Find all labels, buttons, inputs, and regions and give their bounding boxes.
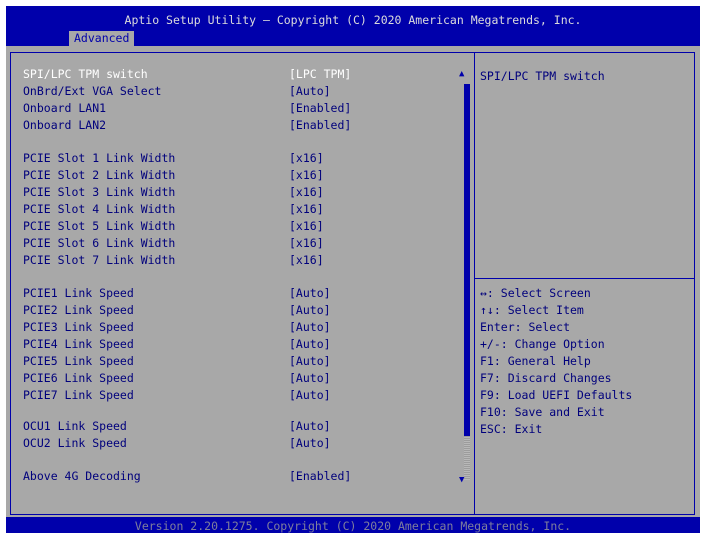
- app-title: Aptio Setup Utility – Copyright (C) 2020…: [124, 13, 582, 27]
- setting-value[interactable]: [Enabled]: [289, 100, 351, 117]
- setting-row-pcie-slot-1-link-width[interactable]: PCIE Slot 1 Link Width [x16]: [23, 150, 463, 167]
- setting-value[interactable]: [x16]: [289, 218, 324, 235]
- scroll-down-arrow-icon[interactable]: ▼: [459, 474, 464, 486]
- key-hint-change-option: +/-: Change Option: [480, 337, 605, 351]
- setting-row-pcie1-link-speed[interactable]: PCIE1 Link Speed [Auto]: [23, 285, 463, 302]
- setting-value[interactable]: [Auto]: [289, 302, 331, 319]
- setting-row-pcie3-link-speed[interactable]: PCIE3 Link Speed [Auto]: [23, 319, 463, 336]
- setting-row-pcie2-link-speed[interactable]: PCIE2 Link Speed [Auto]: [23, 302, 463, 319]
- setting-row-pcie-slot-6-link-width[interactable]: PCIE Slot 6 Link Width [x16]: [23, 235, 463, 252]
- setting-label: PCIE Slot 2 Link Width: [23, 168, 176, 182]
- setting-value[interactable]: [Enabled]: [289, 117, 351, 134]
- panel-divider: [474, 52, 475, 515]
- setting-value[interactable]: [Auto]: [289, 435, 331, 452]
- setting-label: PCIE7 Link Speed: [23, 388, 134, 402]
- key-hint-select-item: ↑↓: Select Item: [480, 303, 584, 317]
- setting-label: PCIE Slot 7 Link Width: [23, 253, 176, 267]
- scrollbar-track[interactable]: [464, 436, 470, 480]
- setting-value[interactable]: [x16]: [289, 184, 324, 201]
- setting-row-pcie-slot-7-link-width[interactable]: PCIE Slot 7 Link Width [x16]: [23, 252, 463, 269]
- help-separator: [475, 278, 695, 279]
- setting-value[interactable]: [Enabled]: [289, 468, 351, 485]
- setting-row-pcie-slot-4-link-width[interactable]: PCIE Slot 4 Link Width [x16]: [23, 201, 463, 218]
- scroll-up-arrow-icon[interactable]: ▲: [459, 68, 464, 80]
- setting-value[interactable]: [x16]: [289, 235, 324, 252]
- setting-label: PCIE Slot 4 Link Width: [23, 202, 176, 216]
- setting-value[interactable]: [x16]: [289, 150, 324, 167]
- setting-value[interactable]: [x16]: [289, 252, 324, 269]
- setting-row-pcie7-link-speed[interactable]: PCIE7 Link Speed [Auto]: [23, 387, 463, 404]
- setting-label: PCIE5 Link Speed: [23, 354, 134, 368]
- scrollbar-thumb[interactable]: [464, 84, 470, 479]
- key-hint-general-help: F1: General Help: [480, 354, 591, 368]
- key-hint-exit: ESC: Exit: [480, 422, 543, 436]
- setting-value[interactable]: [Auto]: [289, 336, 331, 353]
- key-hint-enter-select: Enter: Select: [480, 320, 571, 334]
- key-hint-load-defaults: F9: Load UEFI Defaults: [480, 388, 633, 402]
- setting-label: OCU1 Link Speed: [23, 419, 127, 433]
- setting-value[interactable]: [Auto]: [289, 285, 331, 302]
- setting-value[interactable]: [Auto]: [289, 353, 331, 370]
- setting-row-pcie4-link-speed[interactable]: PCIE4 Link Speed [Auto]: [23, 336, 463, 353]
- setting-row-ocu1-link-speed[interactable]: OCU1 Link Speed [Auto]: [23, 418, 463, 435]
- setting-row-pcie6-link-speed[interactable]: PCIE6 Link Speed [Auto]: [23, 370, 463, 387]
- setting-label: Onboard LAN1: [23, 101, 107, 115]
- header-bar: Aptio Setup Utility – Copyright (C) 2020…: [6, 6, 700, 46]
- setting-label: OnBrd/Ext VGA Select: [23, 84, 162, 98]
- setting-row-spi-lpc-tpm-switch[interactable]: SPI/LPC TPM switch [LPC TPM]: [23, 66, 463, 83]
- setting-value[interactable]: [Auto]: [289, 83, 331, 100]
- setting-row-pcie-slot-5-link-width[interactable]: PCIE Slot 5 Link Width [x16]: [23, 218, 463, 235]
- footer-bar: Version 2.20.1275. Copyright (C) 2020 Am…: [6, 517, 700, 533]
- setting-label: PCIE2 Link Speed: [23, 303, 134, 317]
- setting-value[interactable]: [Auto]: [289, 319, 331, 336]
- setting-label: PCIE Slot 1 Link Width: [23, 151, 176, 165]
- setting-value[interactable]: [LPC TPM]: [289, 66, 351, 83]
- bios-screen: Aptio Setup Utility – Copyright (C) 2020…: [6, 6, 700, 533]
- setting-label: PCIE3 Link Speed: [23, 320, 134, 334]
- setting-row-pcie-slot-3-link-width[interactable]: PCIE Slot 3 Link Width [x16]: [23, 184, 463, 201]
- setting-value[interactable]: [Auto]: [289, 370, 331, 387]
- help-description: SPI/LPC TPM switch: [480, 69, 605, 83]
- setting-label: PCIE1 Link Speed: [23, 286, 134, 300]
- setting-row-pcie5-link-speed[interactable]: PCIE5 Link Speed [Auto]: [23, 353, 463, 370]
- setting-label: PCIE4 Link Speed: [23, 337, 134, 351]
- setting-label: OCU2 Link Speed: [23, 436, 127, 450]
- setting-row-onboard-lan1[interactable]: Onboard LAN1 [Enabled]: [23, 100, 463, 117]
- footer-version-text: Version 2.20.1275. Copyright (C) 2020 Am…: [134, 519, 572, 533]
- setting-label: Above 4G Decoding: [23, 469, 141, 483]
- setting-value[interactable]: [Auto]: [289, 387, 331, 404]
- setting-row-pcie-slot-2-link-width[interactable]: PCIE Slot 2 Link Width [x16]: [23, 167, 463, 184]
- key-hint-select-screen: ↔: Select Screen: [480, 286, 591, 300]
- setting-value[interactable]: [x16]: [289, 167, 324, 184]
- setting-row-onbrd-ext-vga-select[interactable]: OnBrd/Ext VGA Select [Auto]: [23, 83, 463, 100]
- setting-row-above-4g-decoding[interactable]: Above 4G Decoding [Enabled]: [23, 468, 463, 485]
- key-hint-save-exit: F10: Save and Exit: [480, 405, 605, 419]
- setting-label: PCIE Slot 3 Link Width: [23, 185, 176, 199]
- setting-label: Onboard LAN2: [23, 118, 107, 132]
- key-hint-discard-changes: F7: Discard Changes: [480, 371, 612, 385]
- setting-label: PCIE6 Link Speed: [23, 371, 134, 385]
- setting-label: SPI/LPC TPM switch: [23, 67, 148, 81]
- setting-row-ocu2-link-speed[interactable]: OCU2 Link Speed [Auto]: [23, 435, 463, 452]
- tab-advanced[interactable]: Advanced: [69, 31, 135, 46]
- setting-label: PCIE Slot 6 Link Width: [23, 236, 176, 250]
- setting-value[interactable]: [Auto]: [289, 418, 331, 435]
- setting-row-onboard-lan2[interactable]: Onboard LAN2 [Enabled]: [23, 117, 463, 134]
- setting-value[interactable]: [x16]: [289, 201, 324, 218]
- setting-label: PCIE Slot 5 Link Width: [23, 219, 176, 233]
